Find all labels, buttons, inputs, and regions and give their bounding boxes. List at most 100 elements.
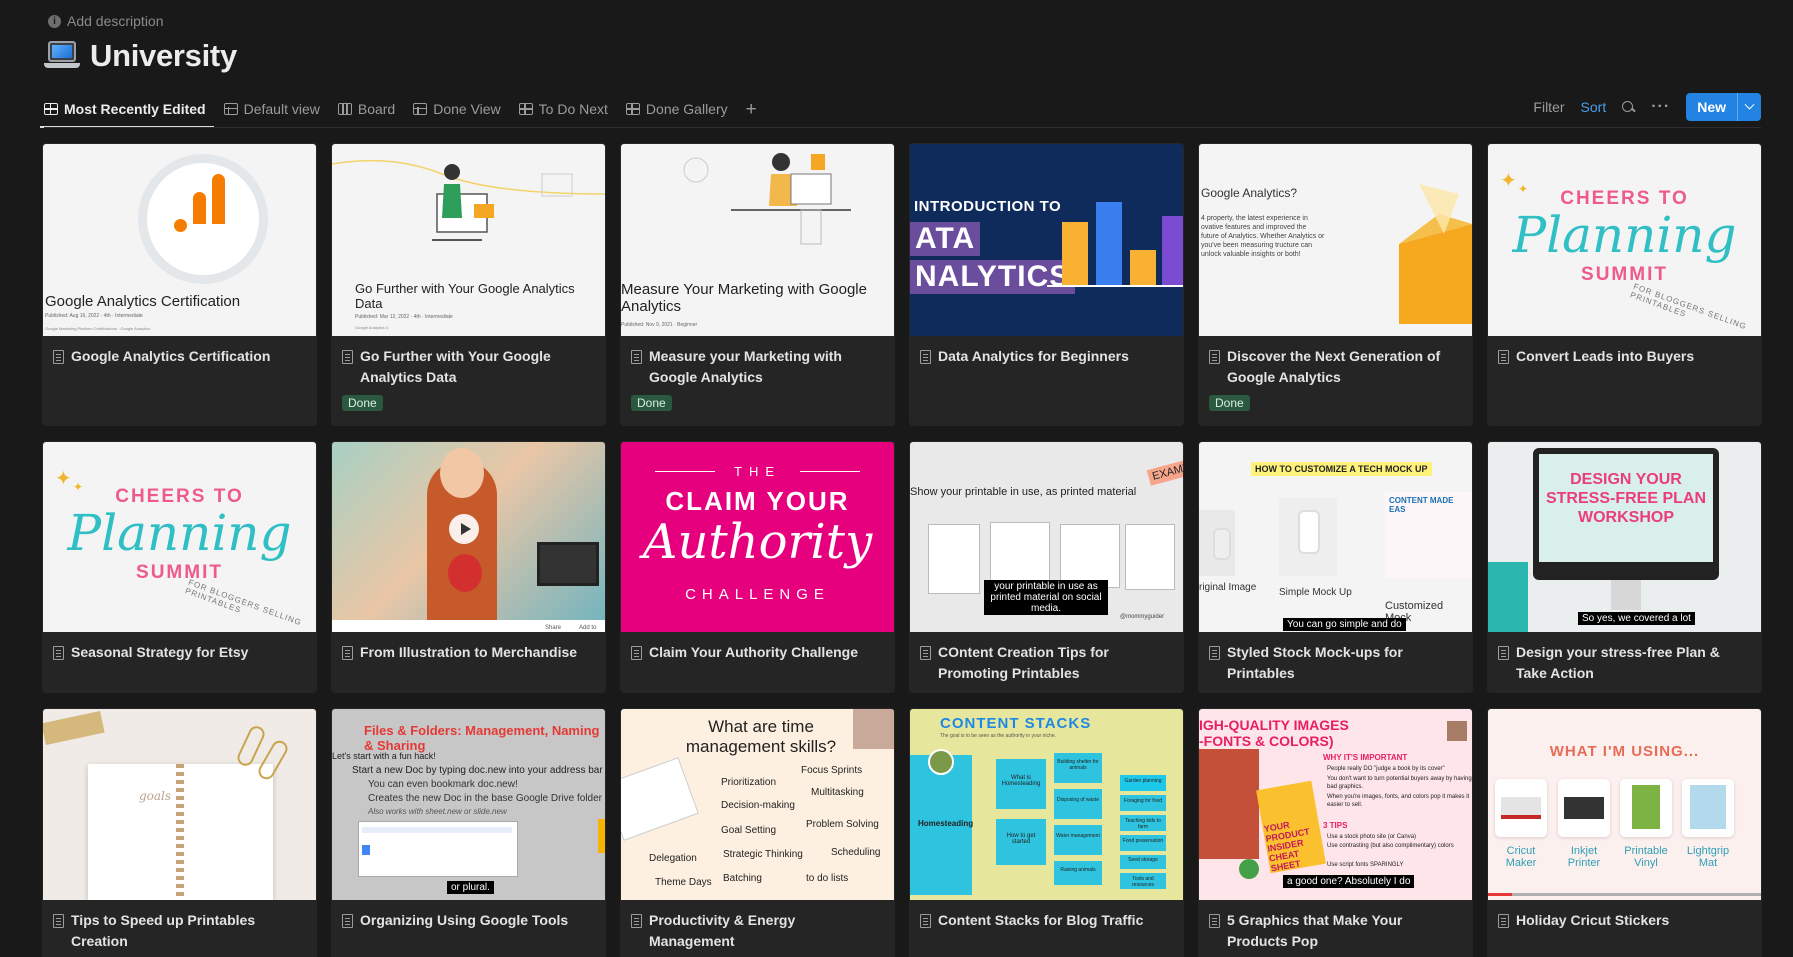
thumb-title: DESIGN YOUR STRESS-FREE PLAN WORKSHOP [1545,471,1706,526]
card-thumbnail: THE CLAIM YOUR Authority CHALLENGE [621,442,894,632]
page-icon [1498,646,1509,660]
gallery-card[interactable]: Share Add to From Illustration to Mercha… [332,442,605,692]
gallery-card[interactable]: IGH-QUALITY IMAGES -FONTS & COLORS) YOUR… [1199,709,1472,957]
thumb-item: Garden planning [1124,778,1162,784]
card-title: Tips to Speed up Printables Creation [71,912,256,949]
gallery-card[interactable]: Files & Folders: Management, Naming & Sh… [332,709,605,957]
card-thumbnail: Files & Folders: Management, Naming & Sh… [332,709,605,900]
card-thumbnail: CONTENT STACKS The goal is to be seen as… [910,709,1183,900]
thumb-line: Use contrasting (but also complimentary)… [1327,843,1454,849]
filter-button[interactable]: Filter [1533,99,1564,115]
gallery-card[interactable]: HOW TO CUSTOMIZE A TECH MOCK UP CONTENT … [1199,442,1472,692]
gallery-card[interactable]: What are time management skills? Focus S… [621,709,894,957]
gallery-card[interactable]: CONTENT STACKS The goal is to be seen as… [910,709,1183,957]
thumb-line: Creates the new Doc in the base Google D… [368,793,603,804]
page-icon [53,914,64,928]
gallery-icon [518,103,533,115]
card-thumbnail: Measure Your Marketing with Google Analy… [621,144,894,336]
board-icon [337,103,352,115]
thumb-title: IGH-QUALITY IMAGES [1199,717,1349,733]
thumb-item: Foraging for food [1123,798,1163,804]
card-title: Productivity & Energy Management [649,912,796,949]
status-badge: Done [342,395,383,411]
thumb-meta: Published: Mar 12, 2022 · 4th · Intermed… [355,314,453,320]
thumb-caption: FOR BLOGGERS SELLING PRINTABLES [183,577,303,628]
card-title: Claim Your Authority Challenge [649,644,858,660]
sort-button[interactable]: Sort [1581,99,1607,115]
tab-most-recently-edited[interactable]: Most Recently Edited [40,90,214,128]
card-title: Holiday Cricut Stickers [1516,912,1670,928]
thumb-title: WHAT I'M USING... [1549,743,1700,760]
thumb-tag: CONTENT MADE EAS [1389,496,1454,514]
thumb-title: Google Analytics Certification [45,293,241,310]
tab-label: Board [357,101,396,117]
new-dropdown-icon[interactable] [1737,93,1761,121]
tab-done-view[interactable]: Done View [413,90,501,128]
new-button[interactable]: New [1686,93,1737,121]
add-to-link: Add to [579,625,597,631]
page-icon [631,350,642,364]
video-caption: a good one? Absolutely I do [1283,875,1415,888]
play-icon[interactable] [449,514,479,544]
thumb-word: SUMMIT [1581,264,1668,285]
gallery-card[interactable]: Go Further with Your Google Analytics Da… [332,144,605,425]
tab-label: Most Recently Edited [64,101,206,117]
page-icon [920,914,931,928]
thumb-sub: The goal is to be seen as the authority … [940,733,1056,739]
search-icon[interactable] [1622,100,1635,114]
gallery-card[interactable]: THE CLAIM YOUR Authority CHALLENGE Claim… [621,442,894,692]
thumb-item: Tools and resources [1132,876,1154,888]
thumb-body: 4 property, the latest experience in ova… [1201,215,1325,258]
gallery-card[interactable]: DESIGN YOUR STRESS-FREE PLAN WORKSHOP So… [1488,442,1761,692]
thumb-item: Goal Setting [721,825,777,836]
card-title: Design your stress-free Plan & Take Acti… [1516,644,1720,681]
tab-board[interactable]: Board [337,90,396,128]
thumb-item: Teaching kids to farm [1125,818,1161,830]
laptop-icon[interactable] [44,39,80,73]
table-icon [413,103,428,115]
card-thumbnail: Google Analytics? 4 property, the latest… [1199,144,1472,336]
thumb-item: Disposing of waste [1057,797,1099,803]
tab-default-view[interactable]: Default view [223,90,320,128]
gallery-card[interactable]: ✦ ✦ CHEERS TO Planning SUMMIT FOR BLOGGE… [1488,144,1761,425]
thumb-item: Theme Days [655,877,712,888]
card-thumbnail: Show your printable in use, as printed m… [910,442,1183,632]
thumb-title: CONTENT STACKS [940,715,1092,732]
thumb-script: Authority [642,514,873,570]
page-icon [342,646,353,660]
tab-done-gallery[interactable]: Done Gallery [625,90,728,128]
thumb-line: People really DO "judge a book by its co… [1327,766,1445,772]
page-header: University [44,38,237,74]
thumb-word: THE [734,464,781,479]
gallery-card[interactable]: WHAT I'M USING... Cricut Maker Inkjet Pr… [1488,709,1761,957]
table-icon [223,103,238,115]
card-thumbnail: HOW TO CUSTOMIZE A TECH MOCK UP CONTENT … [1199,442,1472,632]
tab-label: Done Gallery [645,101,728,117]
tab-to-do-next[interactable]: To Do Next [518,90,608,128]
more-options-icon[interactable]: ··· [1651,98,1670,116]
thumb-item: Water management [1056,833,1100,839]
thumb-title: Go Further with Your Google Analytics Da… [355,281,575,311]
gallery-card[interactable]: ✦ ✦ CHEERS TO Planning SUMMIT FOR BLOGGE… [43,442,316,692]
gallery-card[interactable]: goals Tips to Speed up Printables Creati… [43,709,316,957]
thumb-title: -FONTS & COLORS) [1199,733,1334,749]
thumb-item: Scheduling [831,847,881,858]
page-icon [1498,914,1509,928]
product-label: Cricut Maker [1505,845,1537,869]
add-description-button[interactable]: i Add description [48,13,164,29]
thumb-item: Strategic Thinking [723,849,803,860]
card-title: 5 Graphics that Make Your Products Pop [1227,912,1403,949]
gallery-card[interactable]: Google Analytics? 4 property, the latest… [1199,144,1472,425]
card-thumbnail: WHAT I'M USING... Cricut Maker Inkjet Pr… [1488,709,1761,900]
thumb-item: What is Homesteading [1001,775,1041,787]
gallery-card[interactable]: Measure Your Marketing with Google Analy… [621,144,894,425]
tabs-divider [44,127,1761,128]
gallery-card[interactable]: INTRODUCTION TO ATA NALYTICS Data Analyt… [910,144,1183,425]
gallery-card[interactable]: Google Analytics Certification Published… [43,144,316,425]
thumb-word: CHALLENGE [685,586,830,603]
card-title: Organizing Using Google Tools [360,912,569,928]
thumb-item: Problem Solving [806,819,879,830]
gallery-card[interactable]: Show your printable in use, as printed m… [910,442,1183,692]
add-view-icon[interactable]: + [746,100,757,119]
page-title[interactable]: University [90,38,237,74]
